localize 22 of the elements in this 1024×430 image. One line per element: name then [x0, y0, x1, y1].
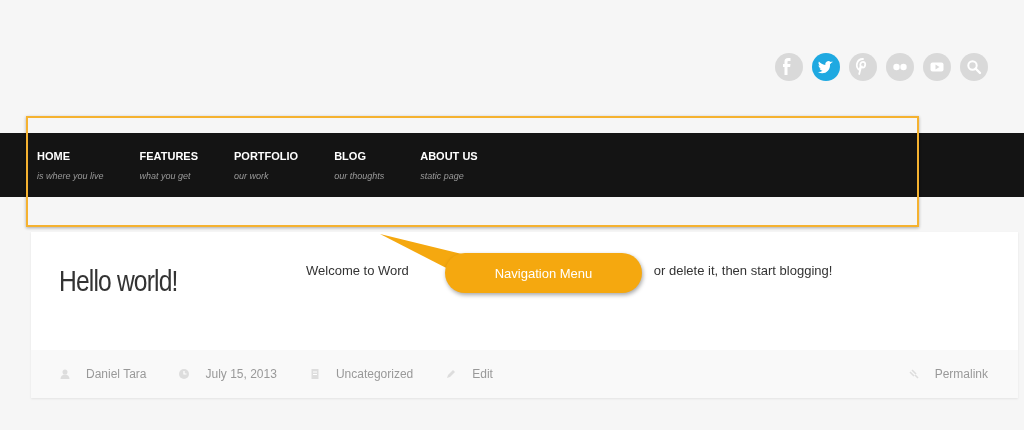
nav-subtitle: our work: [234, 171, 269, 182]
flickr-icon[interactable]: [886, 53, 914, 81]
nav-subtitle: is where you live: [37, 171, 104, 182]
excerpt-text: Welcome to Word: [306, 263, 409, 278]
youtube-icon[interactable]: [923, 53, 951, 81]
excerpt-text: or delete it, then start blogging!: [653, 263, 833, 278]
nav-link[interactable]: FEATURES: [139, 150, 198, 163]
nav-subtitle: our thoughts: [334, 171, 385, 182]
clock-icon: [178, 368, 191, 380]
nav-subtitle: what you get: [139, 171, 191, 182]
nav-subtitle: static page: [420, 171, 464, 182]
pencil-icon: [445, 368, 458, 380]
post-title[interactable]: Hello world!: [59, 265, 269, 298]
nav-link[interactable]: PORTFOLIO: [234, 150, 299, 163]
link-icon: [907, 368, 920, 380]
search-icon[interactable]: [960, 53, 988, 81]
twitter-icon[interactable]: [812, 53, 840, 81]
nav-link[interactable]: ABOUT US: [420, 150, 478, 163]
nav-link[interactable]: HOME: [37, 150, 70, 163]
nav-link[interactable]: BLOG: [334, 150, 366, 163]
user-icon: [59, 368, 71, 380]
facebook-icon[interactable]: [775, 53, 803, 81]
